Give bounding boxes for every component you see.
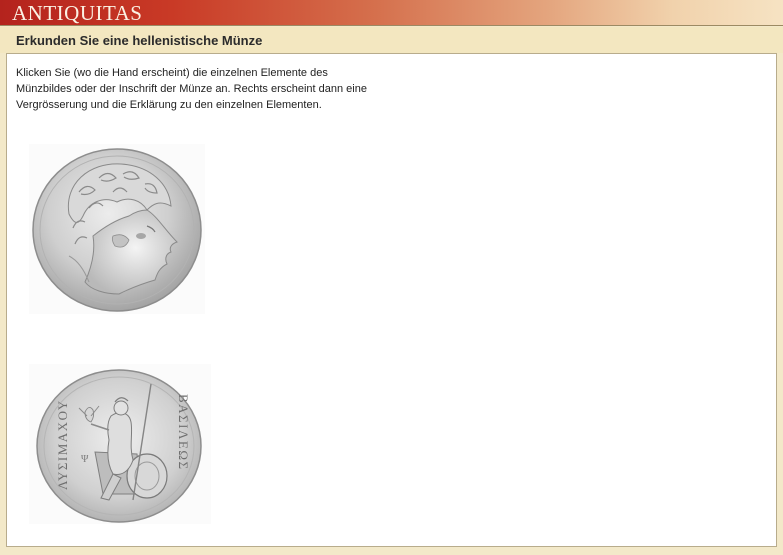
svg-text:Ψ: Ψ	[81, 454, 89, 465]
page-title: Erkunden Sie eine hellenistische Münze	[16, 33, 263, 48]
reverse-inscription-left[interactable]: ΛΥΣΙΜΑΧΟΥ	[55, 399, 70, 490]
header-bar: Erkunden Sie eine hellenistische Münze	[0, 27, 783, 53]
top-banner: ANTIQUITAS	[0, 0, 783, 26]
coin-reverse-image[interactable]: Ψ ΒΑΣΙΛΕΩΣ ΛΥΣΙΜΑΧΟΥ	[29, 364, 211, 524]
app-window: ANTIQUITAS Erkunden Sie eine hellenistis…	[0, 0, 783, 555]
instruction-text: Klicken Sie (wo die Hand erscheint) die …	[16, 67, 367, 111]
coin-obverse-image[interactable]	[29, 144, 205, 314]
coin-seated-athena-icon: Ψ ΒΑΣΙΛΕΩΣ ΛΥΣΙΜΑΧΟΥ	[36, 369, 202, 523]
reverse-inscription-right[interactable]: ΒΑΣΙΛΕΩΣ	[176, 394, 191, 471]
brand-logo: ANTIQUITAS	[12, 1, 143, 25]
content-panel: Klicken Sie (wo die Hand erscheint) die …	[6, 53, 777, 547]
coin-head-portrait-icon	[32, 148, 202, 312]
